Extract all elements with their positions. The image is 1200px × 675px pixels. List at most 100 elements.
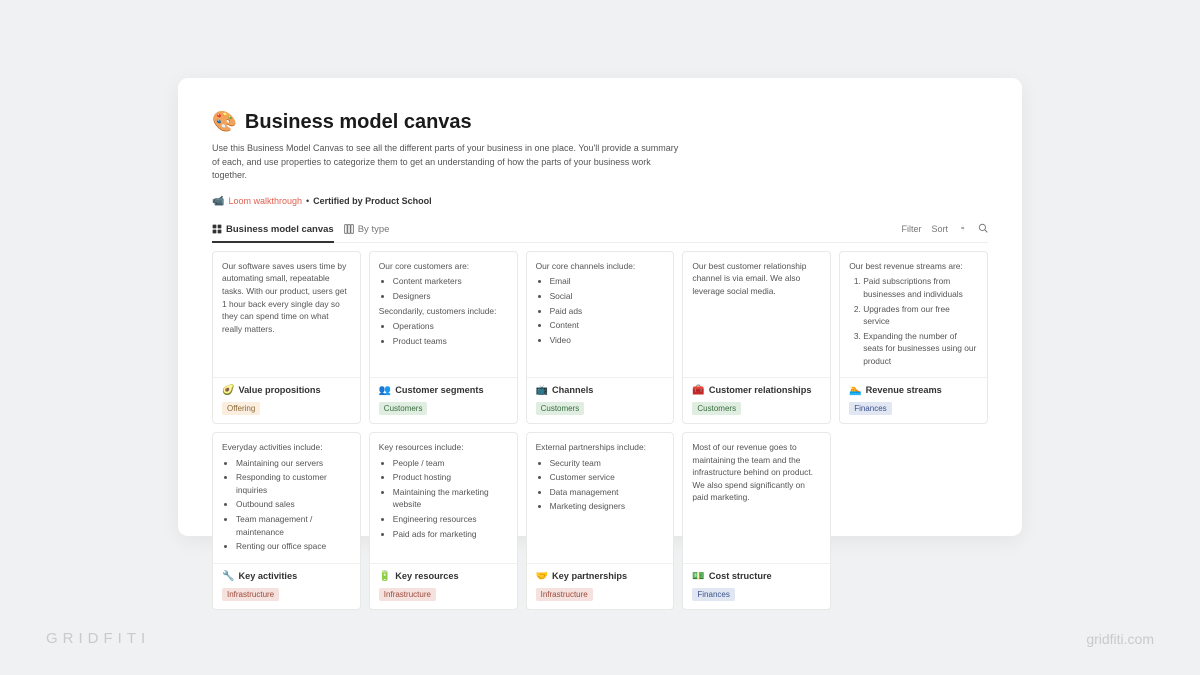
card-customer-segments[interactable]: Our core customers are: Content marketer…: [369, 251, 518, 424]
page-header: 🎨 Business model canvas Use this Busines…: [212, 108, 988, 209]
card-title-row: 📺 Channels: [536, 384, 665, 398]
card-title: Key partnerships: [552, 570, 627, 583]
list-item: Paid ads for marketing: [393, 527, 508, 542]
card-customer-relationships[interactable]: Our best customer relationship channel i…: [682, 251, 831, 424]
list-item: Product teams: [393, 334, 508, 349]
card-list: Security team Customer service Data mana…: [536, 456, 665, 514]
card-title: Key activities: [238, 570, 297, 583]
card-intro: Everyday activities include:: [222, 441, 351, 454]
card-title-row: 🏊 Revenue streams: [849, 384, 978, 398]
card-body: Our best revenue streams are: Paid subsc…: [840, 252, 987, 377]
list-item: Maintaining our servers: [236, 456, 351, 471]
card-list: Operations Product teams: [379, 319, 508, 348]
card-body: Most of our revenue goes to maintaining …: [683, 433, 830, 563]
tabs-left: Business model canvas By type: [212, 223, 389, 242]
list-item: People / team: [393, 456, 508, 471]
card-intro: Our core customers are:: [379, 260, 508, 273]
list-item: Social: [550, 289, 665, 304]
video-icon: 📹: [212, 195, 224, 209]
list-item: Designers: [393, 289, 508, 304]
card-title-row: 🔋 Key resources: [379, 570, 508, 584]
card-list: Email Social Paid ads Content Video: [536, 274, 665, 347]
tab-by-type[interactable]: By type: [344, 223, 390, 243]
view-controls: Filter Sort: [901, 223, 988, 242]
tag-finances: Finances: [692, 588, 734, 601]
dollar-icon: 💵: [692, 570, 704, 584]
tv-icon: 📺: [536, 384, 548, 398]
list-item: Paid ads: [550, 304, 665, 319]
app-window: 🎨 Business model canvas Use this Busines…: [178, 78, 1022, 536]
card-key-resources[interactable]: Key resources include: People / team Pro…: [369, 432, 518, 610]
list-item: Maintaining the marketing website: [393, 485, 508, 512]
sort-button[interactable]: Sort: [931, 223, 948, 236]
swimmer-icon: 🏊: [849, 384, 861, 398]
card-title: Channels: [552, 384, 593, 397]
tag-offering: Offering: [222, 402, 260, 415]
list-item: Data management: [550, 485, 665, 500]
tag-customers: Customers: [536, 402, 585, 415]
card-footer: 🔋 Key resources Infrastructure: [370, 563, 517, 609]
card-title-row: 🥑 Value propositions: [222, 384, 351, 398]
card-text: Our best customer relationship channel i…: [692, 260, 821, 298]
list-item: Outbound sales: [236, 497, 351, 512]
card-body: Our best customer relationship channel i…: [683, 252, 830, 377]
avocado-icon: 🥑: [222, 384, 234, 398]
board-icon: [212, 224, 222, 234]
card-intro: Our core channels include:: [536, 260, 665, 273]
card-title: Key resources: [395, 570, 458, 583]
list-item: Operations: [393, 319, 508, 334]
card-list: Content marketers Designers: [379, 274, 508, 303]
card-revenue-streams[interactable]: Our best revenue streams are: Paid subsc…: [839, 251, 988, 424]
list-item: Customer service: [550, 470, 665, 485]
card-footer: 👥 Customer segments Customers: [370, 377, 517, 423]
card-text: Most of our revenue goes to maintaining …: [692, 441, 821, 504]
automations-icon[interactable]: [958, 223, 968, 237]
tag-infrastructure: Infrastructure: [222, 588, 279, 601]
card-footer: 🤝 Key partnerships Infrastructure: [527, 563, 674, 609]
card-title-row: 🧰 Customer relationships: [692, 384, 821, 398]
card-footer: 🧰 Customer relationships Customers: [683, 377, 830, 423]
tag-customers: Customers: [379, 402, 428, 415]
card-footer: 🔧 Key activities Infrastructure: [213, 563, 360, 609]
watermark-url: gridfiti.com: [1086, 631, 1154, 647]
list-item: Content marketers: [393, 274, 508, 289]
filter-button[interactable]: Filter: [901, 223, 921, 236]
toolbox-icon: 🧰: [692, 384, 704, 398]
card-title: Revenue streams: [866, 384, 942, 397]
tabs-row: Business model canvas By type Filter Sor…: [212, 223, 988, 243]
list-item: Email: [550, 274, 665, 289]
card-footer: 📺 Channels Customers: [527, 377, 674, 423]
certified-label: Certified by Product School: [313, 195, 432, 208]
list-item: Upgrades from our free service: [863, 302, 978, 329]
card-value-propositions[interactable]: Our software saves users time by automat…: [212, 251, 361, 424]
card-body: Our core customers are: Content marketer…: [370, 252, 517, 377]
card-footer: 💵 Cost structure Finances: [683, 563, 830, 609]
tab-label: By type: [358, 223, 390, 236]
card-key-partnerships[interactable]: External partnerships include: Security …: [526, 432, 675, 610]
card-intro: Our best revenue streams are:: [849, 260, 978, 273]
list-item: Content: [550, 318, 665, 333]
loom-walkthrough-link[interactable]: Loom walkthrough: [228, 195, 302, 208]
card-title: Customer relationships: [709, 384, 812, 397]
search-icon[interactable]: [978, 223, 988, 237]
list-item: Product hosting: [393, 470, 508, 485]
card-ordered-list: Paid subscriptions from businesses and i…: [849, 274, 978, 368]
columns-icon: [344, 224, 354, 234]
card-channels[interactable]: Our core channels include: Email Social …: [526, 251, 675, 424]
list-item: Renting our office space: [236, 539, 351, 554]
tab-board-view[interactable]: Business model canvas: [212, 223, 334, 243]
list-item: Marketing designers: [550, 499, 665, 514]
list-item: Security team: [550, 456, 665, 471]
handshake-icon: 🤝: [536, 570, 548, 584]
card-list: Maintaining our servers Responding to cu…: [222, 456, 351, 554]
card-body: Everyday activities include: Maintaining…: [213, 433, 360, 563]
card-key-activities[interactable]: Everyday activities include: Maintaining…: [212, 432, 361, 610]
watermark-brand: GRIDFITI: [46, 630, 150, 647]
wrench-icon: 🔧: [222, 570, 234, 584]
people-icon: 👥: [379, 384, 391, 398]
card-cost-structure[interactable]: Most of our revenue goes to maintaining …: [682, 432, 831, 610]
list-item: Expanding the number of seats for busine…: [863, 329, 978, 369]
card-title-row: 💵 Cost structure: [692, 570, 821, 584]
page-description: Use this Business Model Canvas to see al…: [212, 142, 682, 183]
card-title: Customer segments: [395, 384, 483, 397]
